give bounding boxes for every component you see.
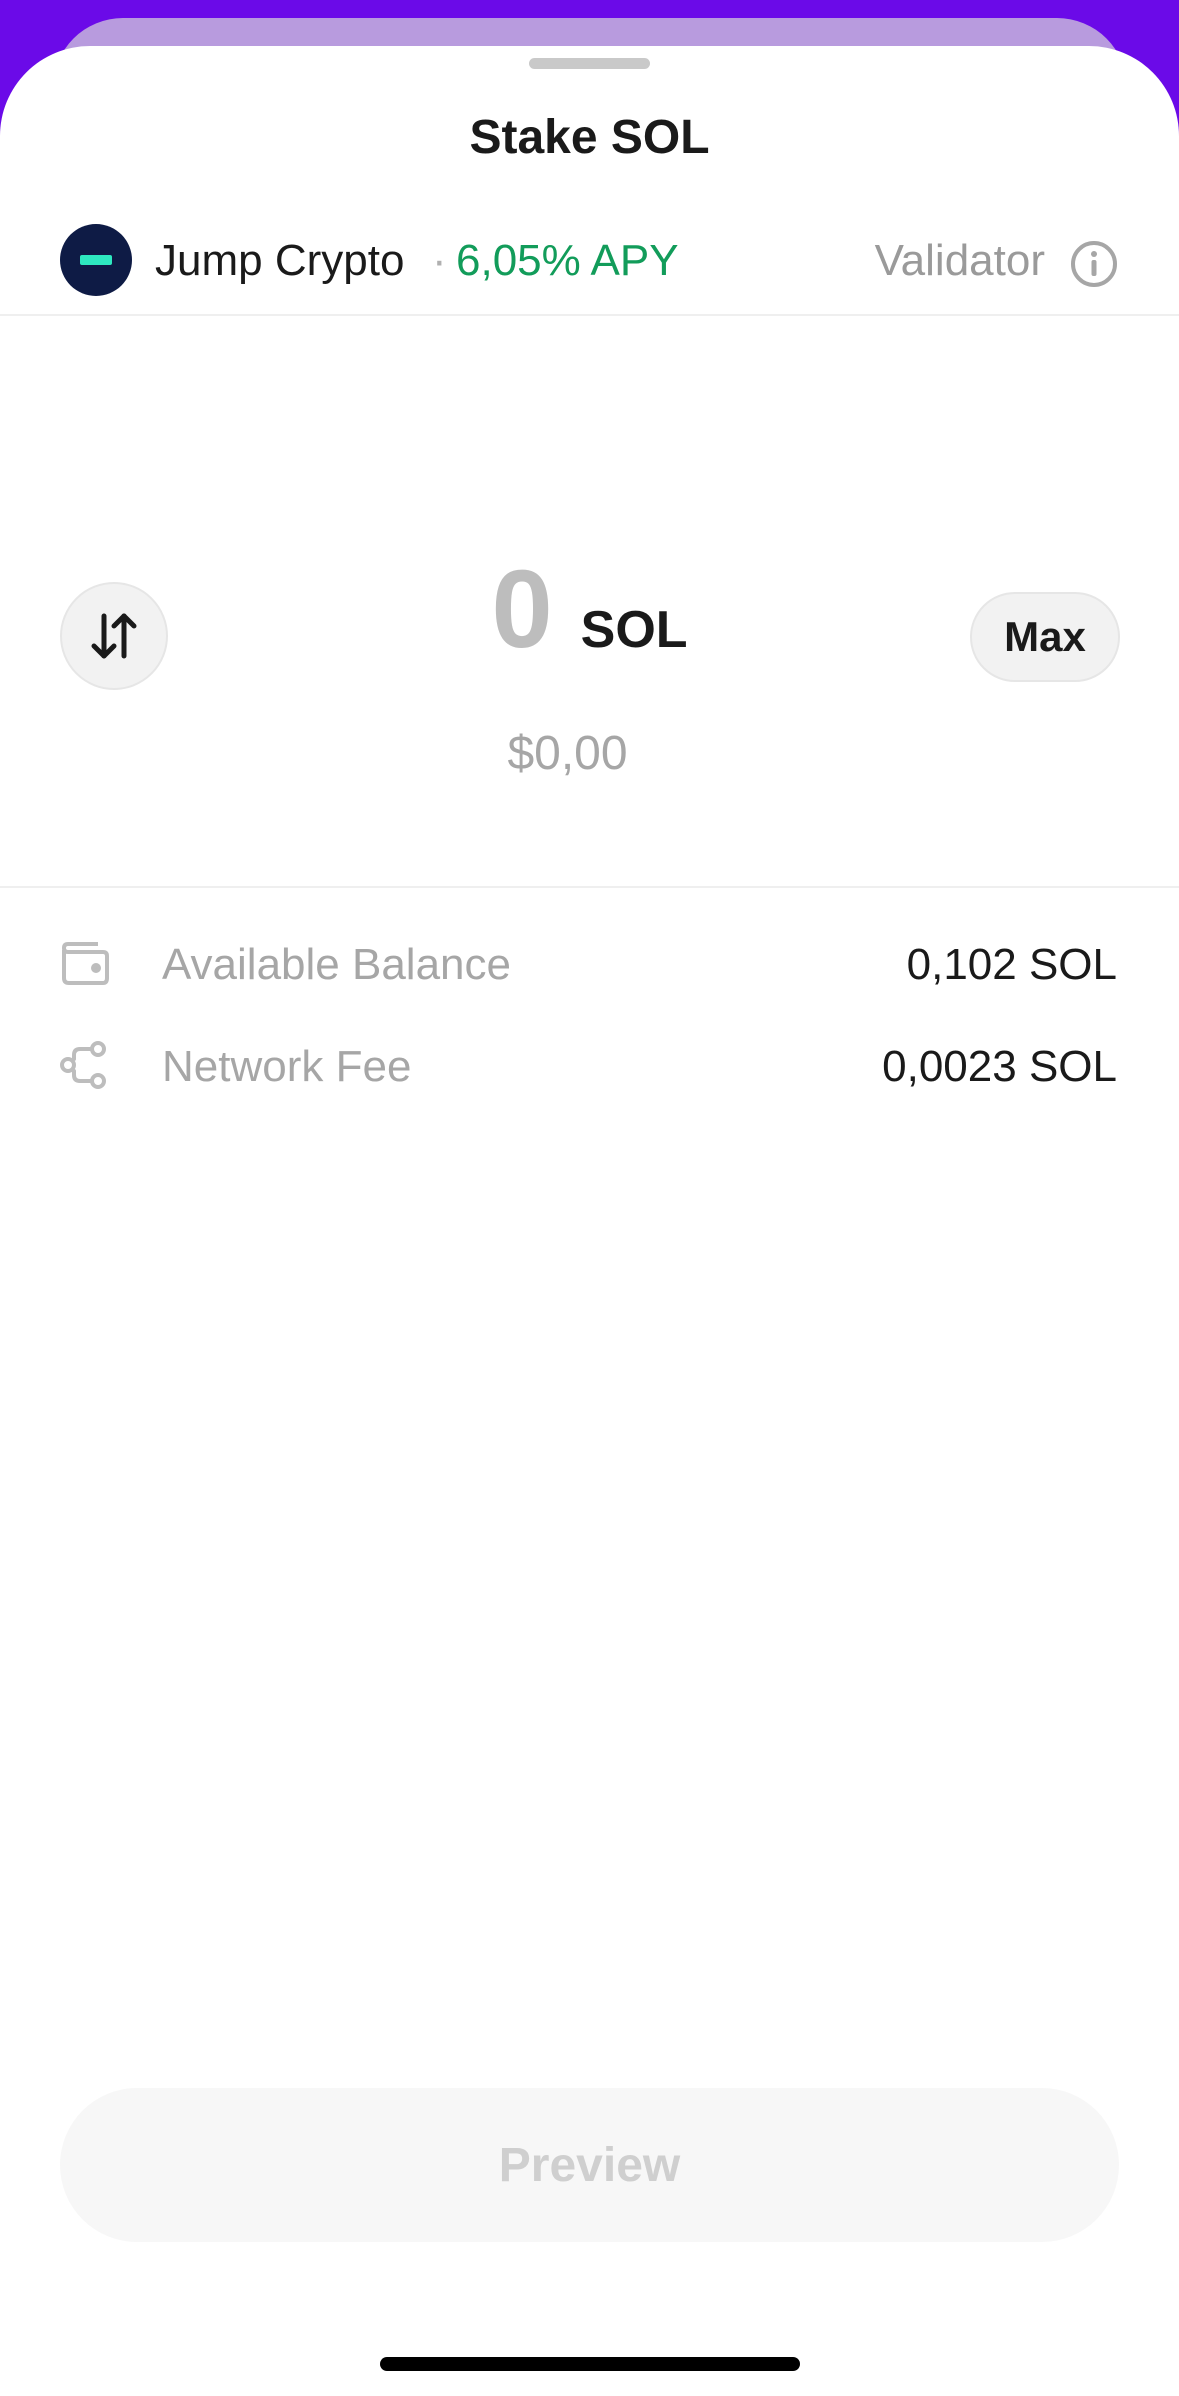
validator-separator: ·	[432, 236, 447, 285]
validator-row[interactable]: Jump Crypto · 6,05% APY Validator	[0, 206, 1179, 316]
info-icon[interactable]	[1070, 240, 1118, 288]
fiat-value: $0,00	[507, 727, 628, 780]
validator-name: Jump Crypto	[155, 236, 405, 285]
network-fee-row: Network Fee 0,0023 SOL	[0, 1030, 1179, 1100]
stake-sheet: Stake SOL Jump Crypto · 6,05% APY Valida…	[0, 46, 1179, 2396]
validator-apy: 6,05% APY	[456, 236, 679, 285]
available-balance-label: Available Balance	[162, 940, 511, 989]
divider	[0, 314, 1179, 316]
sheet-drag-handle[interactable]	[529, 58, 650, 69]
sheet-title: Stake SOL	[469, 111, 710, 164]
home-indicator[interactable]	[380, 2357, 800, 2371]
validator-label: Validator	[874, 236, 1045, 285]
preview-button[interactable]: Preview	[60, 2088, 1119, 2242]
validator-logo-icon	[60, 224, 132, 296]
network-fee-label: Network Fee	[162, 1042, 412, 1091]
amount-value: 0	[491, 548, 553, 671]
amount-unit: SOL	[580, 601, 688, 659]
divider	[0, 886, 1179, 888]
max-button[interactable]: Max	[970, 592, 1120, 682]
available-balance-row: Available Balance 0,102 SOL	[0, 928, 1179, 998]
available-balance-value: 0,102 SOL	[906, 940, 1117, 989]
wallet-icon	[62, 942, 109, 985]
network-icon	[60, 1041, 106, 1089]
network-fee-value: 0,0023 SOL	[882, 1042, 1117, 1091]
